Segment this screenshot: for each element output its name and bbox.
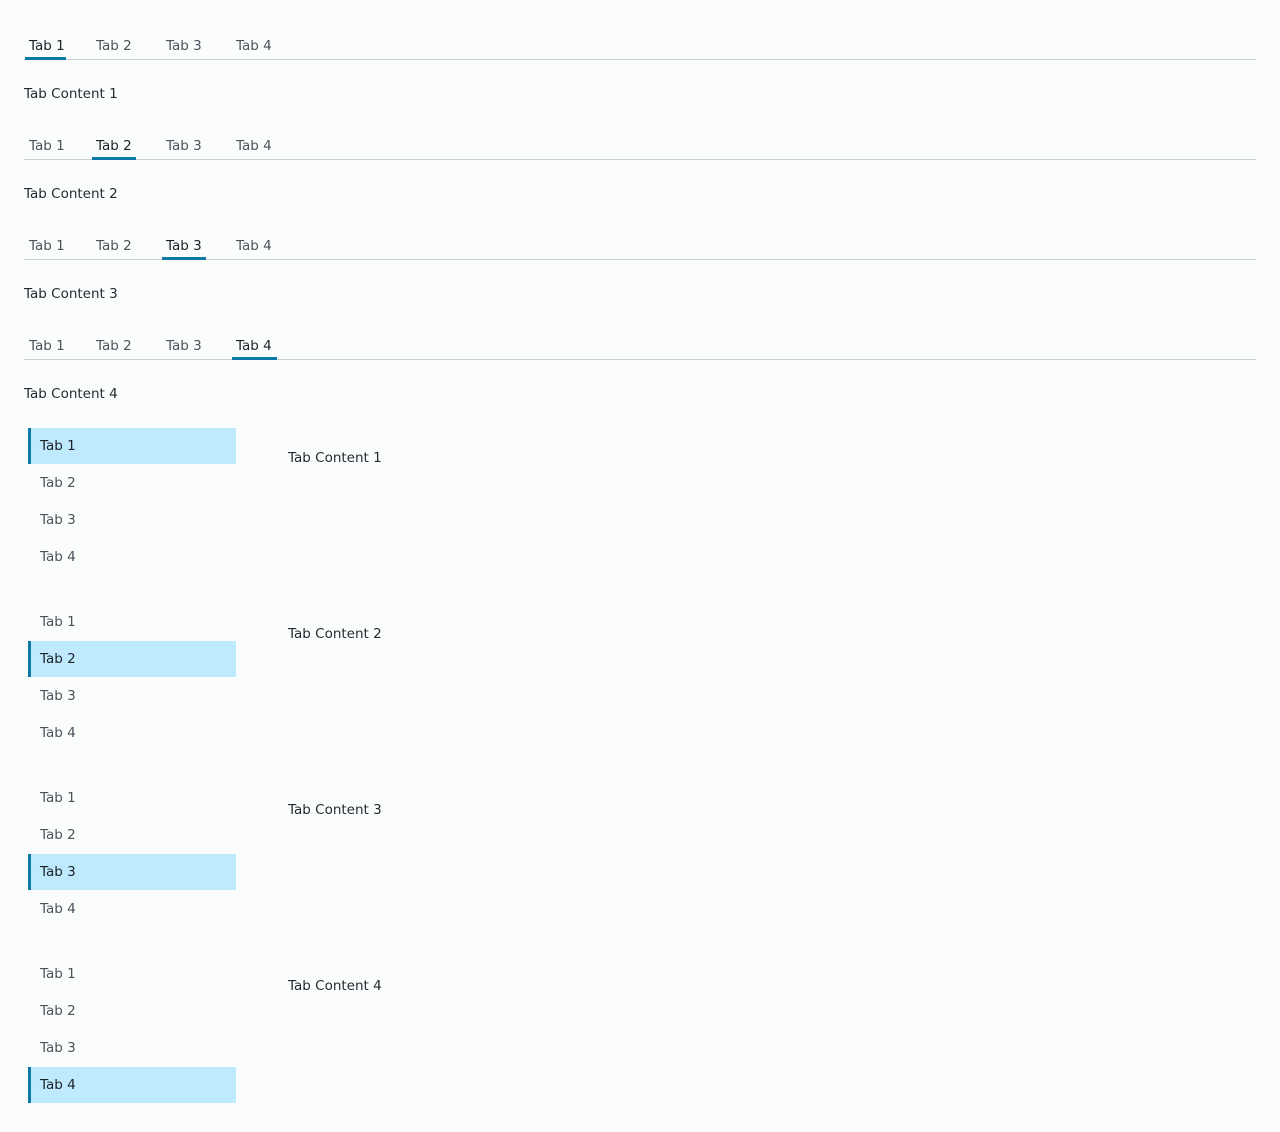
tab-label: Tab 3 <box>40 1040 76 1056</box>
tab-4[interactable]: Tab 4 <box>232 35 277 59</box>
tab-4[interactable]: Tab 4 <box>232 135 277 159</box>
tab-content-panel: Tab Content 3 <box>288 802 382 818</box>
tab-label: Tab 4 <box>236 238 272 254</box>
tab-2[interactable]: Tab 2 <box>28 465 236 501</box>
tab-label: Tab 1 <box>29 338 65 354</box>
tab-3[interactable]: Tab 3 <box>162 235 206 260</box>
tab-label: Tab 3 <box>40 864 76 880</box>
tab-3[interactable]: Tab 3 <box>28 678 236 714</box>
tab-label: Tab 4 <box>40 901 76 917</box>
tab-label: Tab 2 <box>96 238 132 254</box>
tab-label: Tab 3 <box>166 238 202 254</box>
tab-label: Tab 3 <box>166 138 202 154</box>
horizontal-tab-bar-2: Tab 1 Tab 2 Tab 3 Tab 4 <box>24 135 1256 160</box>
tab-label: Tab 1 <box>40 438 76 454</box>
tab-label: Tab 4 <box>236 138 272 154</box>
tab-4[interactable]: Tab 4 <box>28 891 236 927</box>
tab-4[interactable]: Tab 4 <box>28 539 236 575</box>
tab-2[interactable]: Tab 2 <box>92 135 136 160</box>
tab-label: Tab 1 <box>29 138 65 154</box>
tab-label: Tab 4 <box>40 1077 76 1093</box>
tab-label: Tab 2 <box>40 651 76 667</box>
tab-2[interactable]: Tab 2 <box>28 993 236 1029</box>
tab-label: Tab 1 <box>40 966 76 982</box>
tab-4[interactable]: Tab 4 <box>28 715 236 751</box>
horizontal-tab-bar-4: Tab 1 Tab 2 Tab 3 Tab 4 <box>24 335 1256 360</box>
tab-1[interactable]: Tab 1 <box>28 780 236 816</box>
tab-label: Tab 4 <box>236 38 272 54</box>
tab-label: Tab 1 <box>29 238 65 254</box>
tab-1[interactable]: Tab 1 <box>25 235 66 259</box>
tab-content-panel: Tab Content 2 <box>288 626 382 642</box>
tab-1[interactable]: Tab 1 <box>25 35 66 60</box>
horizontal-tab-bar-1: Tab 1 Tab 2 Tab 3 Tab 4 <box>24 35 1256 60</box>
tab-label: Tab 3 <box>166 38 202 54</box>
tabs-demo-page: Tab 1 Tab 2 Tab 3 Tab 4 Tab Content 1 Ta… <box>0 0 1280 1132</box>
tab-3[interactable]: Tab 3 <box>162 135 206 159</box>
tab-1[interactable]: Tab 1 <box>28 604 236 640</box>
tab-content-panel: Tab Content 3 <box>24 286 118 302</box>
tab-1[interactable]: Tab 1 <box>28 956 236 992</box>
tab-label: Tab 2 <box>96 138 132 154</box>
tab-label: Tab 4 <box>236 338 272 354</box>
tab-label: Tab 2 <box>40 475 76 491</box>
tab-content-panel: Tab Content 2 <box>24 186 118 202</box>
tab-4[interactable]: Tab 4 <box>232 335 277 360</box>
tab-label: Tab 1 <box>40 614 76 630</box>
tab-label: Tab 1 <box>29 38 65 54</box>
tab-2[interactable]: Tab 2 <box>92 235 136 259</box>
tab-2[interactable]: Tab 2 <box>92 35 136 59</box>
tab-label: Tab 3 <box>40 512 76 528</box>
tab-3[interactable]: Tab 3 <box>28 1030 236 1066</box>
tab-1[interactable]: Tab 1 <box>25 335 66 359</box>
horizontal-tab-bar-3: Tab 1 Tab 2 Tab 3 Tab 4 <box>24 235 1256 260</box>
tab-label: Tab 3 <box>166 338 202 354</box>
tab-content-panel: Tab Content 1 <box>288 450 382 466</box>
tab-4[interactable]: Tab 4 <box>232 235 277 259</box>
tab-label: Tab 2 <box>40 827 76 843</box>
tab-content-panel: Tab Content 4 <box>288 978 382 994</box>
tab-3[interactable]: Tab 3 <box>162 35 206 59</box>
tab-content-panel: Tab Content 1 <box>24 86 118 102</box>
tab-label: Tab 2 <box>96 338 132 354</box>
tab-4[interactable]: Tab 4 <box>28 1067 236 1103</box>
tab-label: Tab 1 <box>40 790 76 806</box>
tab-label: Tab 2 <box>96 38 132 54</box>
tab-2[interactable]: Tab 2 <box>92 335 136 359</box>
tab-2[interactable]: Tab 2 <box>28 641 236 677</box>
tab-1[interactable]: Tab 1 <box>25 135 66 159</box>
tab-label: Tab 4 <box>40 549 76 565</box>
tab-3[interactable]: Tab 3 <box>162 335 206 359</box>
tab-label: Tab 4 <box>40 725 76 741</box>
tab-label: Tab 3 <box>40 688 76 704</box>
tab-1[interactable]: Tab 1 <box>28 428 236 464</box>
tab-content-panel: Tab Content 4 <box>24 386 118 402</box>
tab-3[interactable]: Tab 3 <box>28 502 236 538</box>
tab-label: Tab 2 <box>40 1003 76 1019</box>
tab-3[interactable]: Tab 3 <box>28 854 236 890</box>
tab-2[interactable]: Tab 2 <box>28 817 236 853</box>
